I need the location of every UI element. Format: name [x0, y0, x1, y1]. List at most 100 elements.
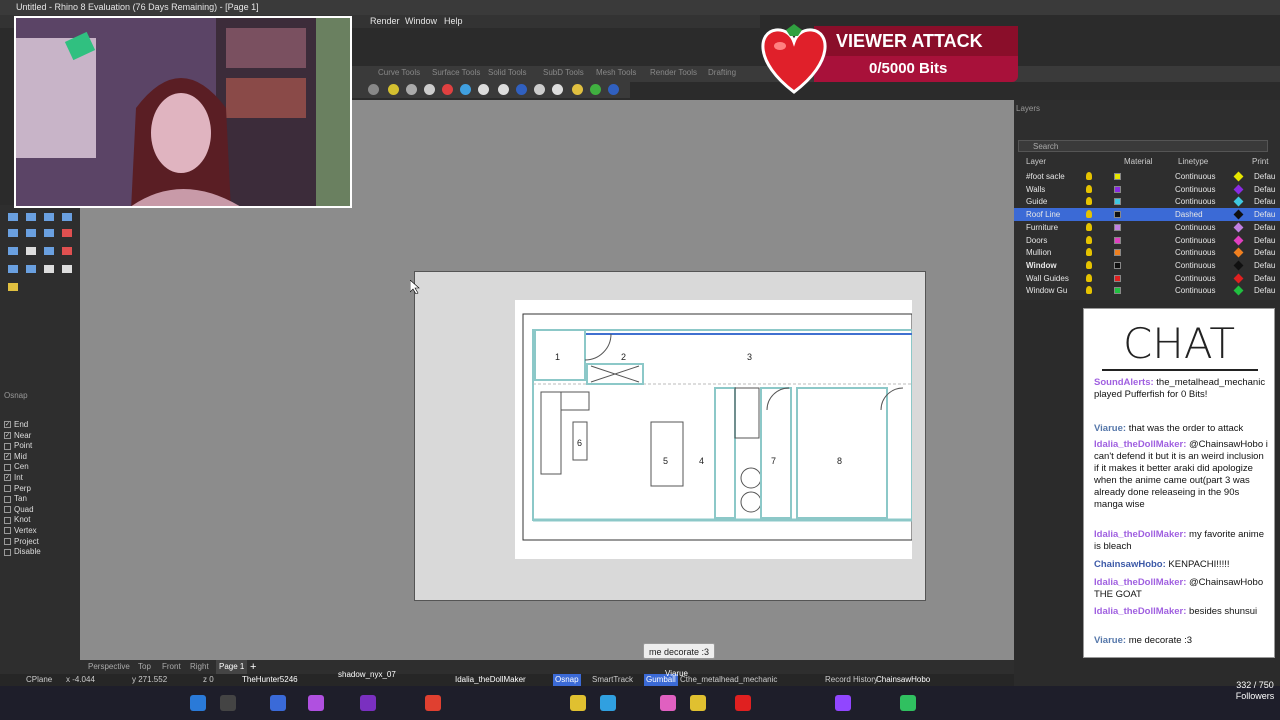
osnap-option[interactable]: Tan — [4, 494, 27, 503]
layer-row[interactable]: Walls Continuous Defau — [1014, 183, 1280, 196]
layer-search-input[interactable]: Search — [1018, 140, 1268, 152]
layer-print-width[interactable]: Defau — [1254, 234, 1275, 247]
app-icon[interactable] — [308, 695, 324, 711]
osnap-checkbox[interactable]: ✓ — [4, 431, 11, 439]
layer-print-width[interactable]: Defau — [1254, 170, 1275, 183]
material-col-header[interactable]: Material — [1124, 157, 1152, 166]
tab-solid-tools[interactable]: Solid Tools — [488, 68, 527, 77]
smarttrack-toggle[interactable]: SmartTrack — [592, 674, 633, 686]
tool-palette[interactable] — [0, 205, 80, 295]
layer-row[interactable]: #foot sacle Continuous Defau — [1014, 170, 1280, 183]
osnap-option[interactable]: Disable — [4, 547, 41, 556]
search-icon[interactable] — [220, 695, 236, 711]
layer-linetype[interactable]: Continuous — [1175, 234, 1215, 247]
layer-color-swatch[interactable] — [1114, 236, 1121, 244]
print-color-icon[interactable] — [1233, 273, 1244, 284]
visibility-bulb-icon[interactable] — [1086, 286, 1092, 295]
layer-row[interactable]: Guide Continuous Defau — [1014, 195, 1280, 208]
print-color-icon[interactable] — [1233, 247, 1244, 258]
tool-icon[interactable] — [572, 84, 583, 95]
osnap-checkbox[interactable]: ✓ — [4, 421, 11, 429]
add-tab-icon[interactable]: + — [250, 660, 256, 674]
osnap-option[interactable]: Point — [4, 441, 32, 450]
osnap-option[interactable]: Quad — [4, 505, 34, 514]
tab-right[interactable]: Right — [190, 660, 209, 674]
osnap-option[interactable]: Project — [4, 537, 39, 546]
osnap-checkbox[interactable] — [4, 442, 11, 450]
twitch-icon[interactable] — [835, 695, 851, 711]
layer-row[interactable]: Wall Guides Continuous Defau — [1014, 272, 1280, 285]
visibility-bulb-icon[interactable] — [1086, 184, 1092, 193]
layer-print-width[interactable]: Defau — [1254, 183, 1275, 196]
menu-item-window[interactable]: Window — [405, 15, 437, 28]
layer-print-width[interactable]: Defau — [1254, 221, 1275, 234]
tab-curve-tools[interactable]: Curve Tools — [378, 68, 420, 77]
menu-item-render[interactable]: Render — [370, 15, 400, 28]
tool-icon[interactable] — [442, 84, 453, 95]
visibility-bulb-icon[interactable] — [1086, 210, 1092, 219]
layer-linetype[interactable]: Continuous — [1175, 183, 1215, 196]
globe-icon[interactable] — [590, 84, 601, 95]
osnap-checkbox[interactable] — [4, 537, 11, 545]
folder-icon[interactable] — [570, 695, 586, 711]
app-icon[interactable] — [360, 695, 376, 711]
tab-front[interactable]: Front — [162, 660, 181, 674]
visibility-bulb-icon[interactable] — [1086, 248, 1092, 257]
layer-row[interactable]: Window Continuous Defau — [1014, 259, 1280, 272]
tool-icon[interactable] — [608, 84, 619, 95]
tool-icon[interactable] — [424, 84, 435, 95]
app-icon[interactable] — [660, 695, 676, 711]
osnap-checkbox[interactable] — [4, 463, 11, 471]
tab-page-1[interactable]: Page 1 — [216, 660, 248, 674]
windows-start-icon[interactable] — [190, 695, 206, 711]
osnap-checkbox[interactable]: ✓ — [4, 453, 11, 461]
visibility-bulb-icon[interactable] — [1086, 235, 1092, 244]
visibility-bulb-icon[interactable] — [1086, 222, 1092, 231]
layer-print-width[interactable]: Defau — [1254, 195, 1275, 208]
tool-icon[interactable] — [460, 84, 471, 95]
osnap-checkbox[interactable] — [4, 548, 11, 556]
tab-perspective[interactable]: Perspective — [88, 660, 130, 674]
osnap-option[interactable]: ✓ Near — [4, 431, 31, 440]
layer-linetype[interactable]: Continuous — [1175, 284, 1215, 297]
print-color-icon[interactable] — [1233, 196, 1244, 207]
detail-view[interactable]: 1 2 3 4 5 6 7 8 — [515, 300, 913, 559]
tab-surface-tools[interactable]: Surface Tools — [432, 68, 480, 77]
osnap-option[interactable]: ✓ End — [4, 420, 28, 429]
layer-color-swatch[interactable] — [1114, 173, 1121, 180]
light-icon[interactable] — [388, 84, 399, 95]
osnap-option[interactable]: Cen — [4, 462, 29, 471]
osnap-option[interactable]: Perp — [4, 484, 31, 493]
layer-row[interactable]: Doors Continuous Defau — [1014, 234, 1280, 247]
print-color-icon[interactable] — [1233, 209, 1244, 220]
sphere-icon[interactable] — [516, 84, 527, 95]
layer-color-swatch[interactable] — [1114, 185, 1121, 193]
cplane-label[interactable]: CPlane — [26, 674, 52, 686]
menu-item-help[interactable]: Help — [444, 15, 463, 28]
osnap-option[interactable]: Knot — [4, 515, 30, 524]
sun-icon[interactable] — [552, 84, 563, 95]
print-color-icon[interactable] — [1233, 184, 1244, 195]
app-icon[interactable] — [600, 695, 616, 711]
layer-color-swatch[interactable] — [1114, 287, 1121, 295]
layer-col-header[interactable]: Layer — [1026, 157, 1046, 166]
browser-icon[interactable] — [425, 695, 441, 711]
tab-subd-tools[interactable]: SubD Tools — [543, 68, 584, 77]
tool-icon[interactable] — [406, 84, 417, 95]
layer-linetype[interactable]: Continuous — [1175, 221, 1215, 234]
layer-row[interactable]: Furniture Continuous Defau — [1014, 221, 1280, 234]
layer-linetype[interactable]: Continuous — [1175, 272, 1215, 285]
layer-print-width[interactable]: Defau — [1254, 272, 1275, 285]
layer-color-swatch[interactable] — [1114, 198, 1121, 206]
app-icon[interactable] — [900, 695, 916, 711]
osnap-checkbox[interactable] — [4, 495, 11, 503]
print-color-icon[interactable] — [1233, 260, 1244, 271]
layer-row[interactable]: Window Gu Continuous Defau — [1014, 284, 1280, 297]
print-color-icon[interactable] — [1233, 171, 1244, 182]
osnap-option[interactable]: ✓ Mid — [4, 452, 27, 461]
layer-color-swatch[interactable] — [1114, 261, 1121, 269]
layer-print-width[interactable]: Defau — [1254, 284, 1275, 297]
osnap-toggle[interactable]: Osnap — [553, 674, 581, 686]
app-icon[interactable] — [270, 695, 286, 711]
layer-linetype[interactable]: Continuous — [1175, 246, 1215, 259]
